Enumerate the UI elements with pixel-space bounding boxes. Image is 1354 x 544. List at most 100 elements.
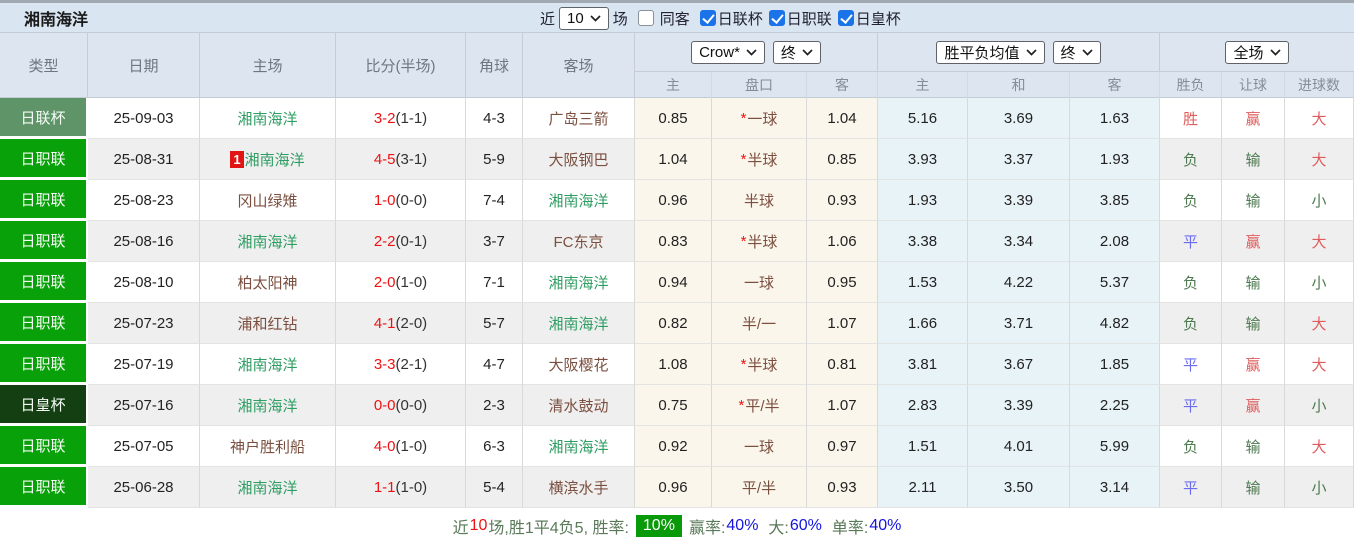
odds-away-cell: 1.07 — [807, 303, 878, 344]
league-checkbox-2[interactable] — [838, 10, 854, 26]
corner-cell: 6-3 — [466, 426, 523, 467]
home-team-cell: 神户胜利船 — [200, 426, 336, 467]
single-rate-label: 单率: — [832, 514, 868, 538]
goals-cell: 大 — [1285, 98, 1354, 139]
goals-cell: 小 — [1285, 467, 1354, 508]
type-badge: 日联杯 — [0, 98, 88, 139]
summary-recent-n: 10 — [470, 517, 488, 535]
goals-cell: 小 — [1285, 180, 1354, 221]
table-row: 日职联25-08-10柏太阳神2-0(1-0)7-1湘南海洋0.94一球0.95… — [0, 262, 1354, 303]
chevron-down-icon — [1270, 49, 1281, 56]
subcol-avg-draw: 和 — [968, 72, 1070, 98]
table-row: 日皇杯25-07-16湘南海洋0-0(0-0)2-3清水鼓动0.75*平/半1.… — [0, 385, 1354, 426]
avg-draw-cell: 3.69 — [968, 98, 1070, 139]
summary-footer: 近10场,胜1平4负5, 胜率: 10% 赢率:40% 大:60% 单率:40% — [0, 508, 1354, 544]
odds-company-select[interactable]: Crow* — [691, 41, 765, 64]
chevron-down-icon — [746, 49, 757, 56]
odds-home-cell: 0.92 — [635, 426, 712, 467]
goals-cell: 小 — [1285, 262, 1354, 303]
date-cell: 25-08-10 — [88, 262, 200, 303]
table-row: 日联杯25-09-03湘南海洋3-2(1-1)4-3广岛三箭0.85*一球1.0… — [0, 98, 1354, 139]
table-row: 日职联25-07-19湘南海洋3-3(2-1)4-7大阪樱花1.08*半球0.8… — [0, 344, 1354, 385]
handicap-cell: 一球 — [712, 426, 807, 467]
table-row: 日职联25-08-311湘南海洋4-5(3-1)5-9大阪钢巴1.04*半球0.… — [0, 139, 1354, 180]
type-badge: 日职联 — [0, 467, 88, 508]
cover-cell: 输 — [1222, 426, 1285, 467]
avg-home-cell: 1.53 — [878, 262, 968, 303]
col-header-corner: 角球 — [466, 33, 523, 98]
outcome-cell: 负 — [1160, 262, 1222, 303]
match-stats-panel: 湘南海洋 近 10 场 同客 日联杯日职联日皇杯 类型 日期 主场 比分(半场)… — [0, 0, 1354, 544]
score-cell: 1-1(1-0) — [336, 467, 466, 508]
avg-away-cell: 1.63 — [1070, 98, 1160, 139]
title-bar: 湘南海洋 近 10 场 同客 日联杯日职联日皇杯 — [0, 3, 1354, 33]
date-cell: 25-09-03 — [88, 98, 200, 139]
score-cell: 3-2(1-1) — [336, 98, 466, 139]
avg-home-cell: 3.93 — [878, 139, 968, 180]
date-cell: 25-06-28 — [88, 467, 200, 508]
avg-draw-cell: 3.34 — [968, 221, 1070, 262]
recent-count-select[interactable]: 10 — [559, 7, 609, 30]
league-checkbox-0[interactable] — [700, 10, 716, 26]
odds-home-cell: 0.96 — [635, 467, 712, 508]
home-team-cell: 浦和红钻 — [200, 303, 336, 344]
corner-cell: 4-7 — [466, 344, 523, 385]
odds-home-cell: 1.08 — [635, 344, 712, 385]
away-team-cell: 湘南海洋 — [523, 303, 635, 344]
away-team-cell: 湘南海洋 — [523, 180, 635, 221]
table-row: 日职联25-07-05神户胜利船4-0(1-0)6-3湘南海洋0.92一球0.9… — [0, 426, 1354, 467]
summary-text-2: 场,胜1平4负5, 胜率: — [488, 514, 628, 538]
date-cell: 25-08-23 — [88, 180, 200, 221]
avg-draw-cell: 3.39 — [968, 385, 1070, 426]
home-team-cell: 湘南海洋 — [200, 385, 336, 426]
date-cell: 25-07-05 — [88, 426, 200, 467]
odds-away-cell: 0.93 — [807, 180, 878, 221]
odds-away-cell: 0.93 — [807, 467, 878, 508]
col-header-away: 客场 — [523, 33, 635, 98]
avg-type-select[interactable]: 胜平负均值 — [936, 41, 1044, 64]
odds-time-select[interactable]: 终 — [773, 41, 821, 64]
avg-away-cell: 4.82 — [1070, 303, 1160, 344]
type-badge: 日职联 — [0, 139, 88, 180]
type-badge: 日职联 — [0, 180, 88, 221]
league-checkbox-label: 日联杯 — [718, 8, 763, 29]
score-cell: 3-3(2-1) — [336, 344, 466, 385]
odds-home-cell: 0.82 — [635, 303, 712, 344]
cover-cell: 赢 — [1222, 344, 1285, 385]
date-cell: 25-07-23 — [88, 303, 200, 344]
league-checkbox-1[interactable] — [769, 10, 785, 26]
avg-away-cell: 5.99 — [1070, 426, 1160, 467]
odds-home-cell: 0.94 — [635, 262, 712, 303]
avg-time-select[interactable]: 终 — [1053, 41, 1101, 64]
scope-select[interactable]: 全场 — [1225, 41, 1288, 64]
cover-cell: 输 — [1222, 303, 1285, 344]
away-team-cell: 大阪樱花 — [523, 344, 635, 385]
avg-header-group: 胜平负均值 终 — [878, 33, 1160, 72]
handicap-cell: *半球 — [712, 344, 807, 385]
cover-cell: 赢 — [1222, 98, 1285, 139]
score-cell: 0-0(0-0) — [336, 385, 466, 426]
odds-header-group: Crow* 终 — [635, 33, 878, 72]
col-header-date: 日期 — [88, 33, 200, 98]
single-rate-value: 40% — [869, 517, 901, 535]
handicap-cell: *一球 — [712, 98, 807, 139]
avg-away-cell: 5.37 — [1070, 262, 1160, 303]
cover-cell: 输 — [1222, 262, 1285, 303]
col-header-type: 类型 — [0, 33, 88, 98]
type-badge: 日职联 — [0, 344, 88, 385]
corner-cell: 7-1 — [466, 262, 523, 303]
corner-cell: 5-4 — [466, 467, 523, 508]
corner-cell: 4-3 — [466, 98, 523, 139]
odds-home-cell: 0.83 — [635, 221, 712, 262]
score-cell: 1-0(0-0) — [336, 180, 466, 221]
goals-cell: 小 — [1285, 385, 1354, 426]
avg-home-cell: 1.93 — [878, 180, 968, 221]
subcol-goals: 进球数 — [1285, 72, 1354, 98]
corner-cell: 3-7 — [466, 221, 523, 262]
subcol-cover: 让球 — [1222, 72, 1285, 98]
same-away-checkbox[interactable] — [638, 10, 654, 26]
score-cell: 4-5(3-1) — [336, 139, 466, 180]
col-header-home: 主场 — [200, 33, 336, 98]
outcome-cell: 平 — [1160, 467, 1222, 508]
subcol-outcome: 胜负 — [1160, 72, 1222, 98]
